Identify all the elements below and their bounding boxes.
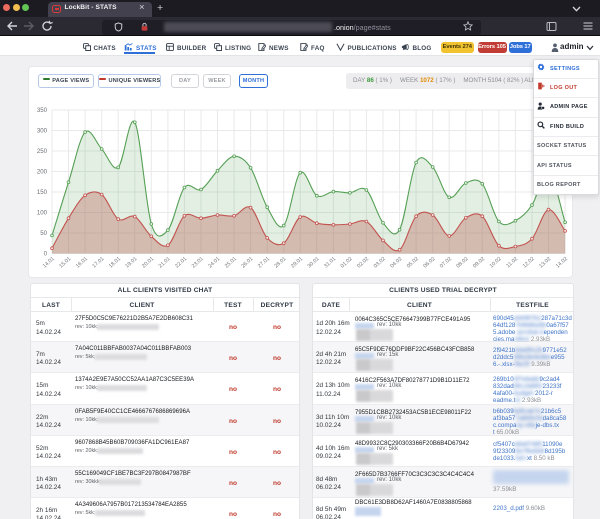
svg-text:200: 200 — [37, 169, 48, 176]
svg-text:03.02: 03.02 — [373, 256, 387, 269]
svg-text:27.01: 27.01 — [257, 256, 271, 269]
svg-text:30.01: 30.01 — [307, 256, 321, 269]
svg-text:26.01: 26.01 — [240, 256, 254, 269]
svg-text:01.02: 01.02 — [340, 256, 354, 269]
svg-text:14.02: 14.02 — [555, 256, 569, 269]
svg-text:16.01: 16.01 — [75, 256, 89, 269]
svg-text:05.02: 05.02 — [406, 256, 420, 269]
svg-text:02.02: 02.02 — [356, 256, 370, 269]
svg-text:24.01: 24.01 — [207, 256, 221, 269]
svg-text:09.02: 09.02 — [472, 256, 486, 269]
svg-text:31.01: 31.01 — [323, 256, 337, 269]
svg-text:21.01: 21.01 — [158, 256, 172, 269]
svg-text:100: 100 — [37, 210, 48, 217]
svg-text:22.01: 22.01 — [174, 256, 188, 269]
svg-text:28.01: 28.01 — [273, 256, 287, 269]
svg-text:20.01: 20.01 — [141, 256, 155, 269]
svg-text:19.01: 19.01 — [124, 256, 138, 269]
svg-text:23.01: 23.01 — [191, 256, 205, 269]
svg-text:07.02: 07.02 — [439, 256, 453, 269]
svg-text:12.02: 12.02 — [522, 256, 536, 269]
svg-text:04.02: 04.02 — [389, 256, 403, 269]
svg-text:350: 350 — [37, 107, 48, 114]
svg-text:300: 300 — [37, 128, 48, 135]
svg-text:15.01: 15.01 — [58, 256, 72, 269]
svg-text:10.02: 10.02 — [489, 256, 503, 269]
svg-text:17.01: 17.01 — [91, 256, 105, 269]
svg-text:08.02: 08.02 — [455, 256, 469, 269]
svg-text:29.01: 29.01 — [290, 256, 304, 269]
svg-text:11.02: 11.02 — [505, 256, 519, 269]
svg-text:13.02: 13.02 — [538, 256, 552, 269]
svg-text:18.01: 18.01 — [108, 256, 122, 269]
svg-text:250: 250 — [37, 148, 48, 155]
svg-text:150: 150 — [37, 189, 48, 196]
svg-text:50: 50 — [40, 230, 47, 237]
svg-text:06.02: 06.02 — [422, 256, 436, 269]
svg-text:25.01: 25.01 — [224, 256, 238, 269]
svg-text:0: 0 — [44, 251, 48, 258]
svg-text:14.01: 14.01 — [42, 256, 56, 269]
